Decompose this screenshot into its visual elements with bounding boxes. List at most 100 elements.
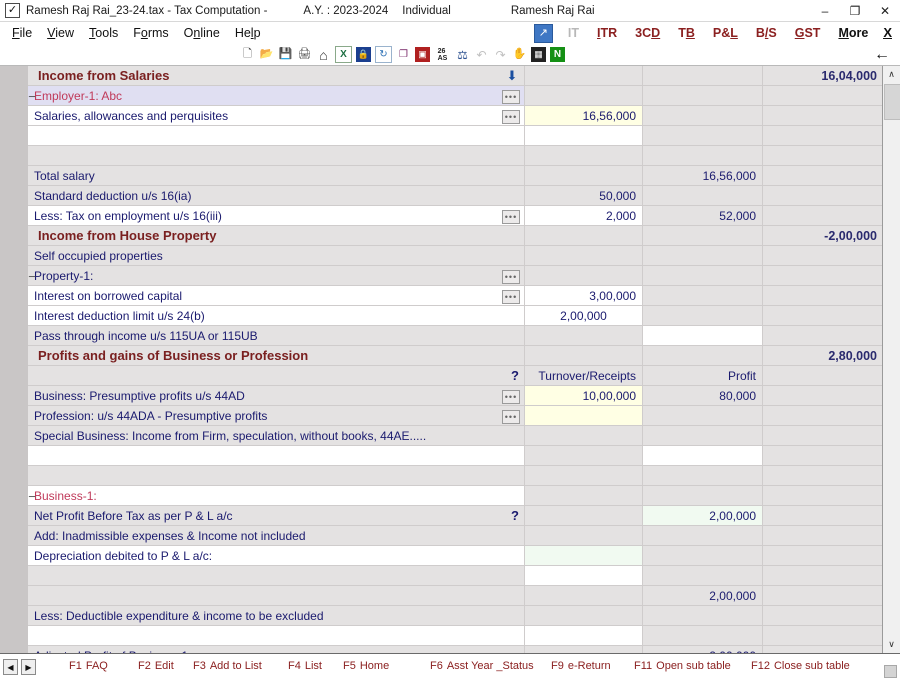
- grid-row[interactable]: Pass through income u/s 115UA or 115UB: [28, 326, 883, 346]
- grid-cell-v3[interactable]: 2,80,000: [763, 346, 883, 365]
- grid-cell-v3[interactable]: [763, 386, 883, 405]
- grid-cell-v2[interactable]: [643, 266, 763, 285]
- grid-cell-label[interactable]: Less: Deductible expenditure & income to…: [28, 606, 525, 625]
- grid-cell-label[interactable]: −Income from House Property: [28, 226, 525, 245]
- grid-row[interactable]: [28, 446, 883, 466]
- grid-row[interactable]: −Profits and gains of Business or Profes…: [28, 346, 883, 366]
- form-26as-icon[interactable]: 26AS: [434, 47, 451, 62]
- grid-cell-label[interactable]: Adjusted Profit of Business-1: [28, 646, 525, 653]
- grid-cell-v1[interactable]: [525, 646, 643, 653]
- fkey-f4[interactable]: F4List: [288, 660, 322, 672]
- grid-cell-v2[interactable]: [643, 246, 763, 265]
- home-icon[interactable]: ⌂: [316, 47, 331, 62]
- grid-cell-label[interactable]: ?: [28, 366, 525, 385]
- grid-cell-v2[interactable]: [643, 146, 763, 165]
- scroll-down-button[interactable]: ∨: [883, 636, 900, 653]
- grid-cell-v3[interactable]: [763, 606, 883, 625]
- grid-cell-v1[interactable]: [525, 126, 643, 145]
- grid-cell-v1[interactable]: [525, 146, 643, 165]
- menu-item-itr[interactable]: ITR: [597, 26, 617, 40]
- grid-cell-v2[interactable]: [643, 446, 763, 465]
- grid-cell-label[interactable]: −Business-1:: [28, 486, 525, 505]
- grid-cell-v3[interactable]: [763, 266, 883, 285]
- grid-cell-v2[interactable]: [643, 466, 763, 485]
- grid-cell-v3[interactable]: [763, 646, 883, 653]
- grid-row[interactable]: Profession: u/s 44ADA - Presumptive prof…: [28, 406, 883, 426]
- scroll-thumb[interactable]: [884, 84, 900, 120]
- help-icon[interactable]: ?: [511, 508, 519, 523]
- open-subtable-button[interactable]: •••: [502, 270, 520, 284]
- open-subtable-button[interactable]: •••: [502, 210, 520, 224]
- grid-cell-label[interactable]: Depreciation debited to P & L a/c:: [28, 546, 525, 565]
- grid-row[interactable]: −Income from House Property -2,00,000: [28, 226, 883, 246]
- grid-cell-label[interactable]: Self occupied properties: [28, 246, 525, 265]
- grid-row[interactable]: Standard deduction u/s 16(ia)50,000: [28, 186, 883, 206]
- grid-cell-label[interactable]: [28, 566, 525, 585]
- vertical-scrollbar[interactable]: ∧ ∨: [882, 66, 900, 653]
- note-icon[interactable]: N: [550, 47, 565, 62]
- fkey-f5[interactable]: F5Home: [343, 660, 389, 672]
- grid-cell-v3[interactable]: [763, 466, 883, 485]
- fkey-f3[interactable]: F3Add to List: [193, 660, 262, 672]
- grid-cell-v3[interactable]: -2,00,000: [763, 226, 883, 245]
- grid-cell-v1[interactable]: 50,000: [525, 186, 643, 205]
- grid-cell-label[interactable]: Less: Tax on employment u/s 16(iii)•••: [28, 206, 525, 225]
- fkey-f1[interactable]: F1FAQ: [69, 660, 108, 672]
- grid-cell-v3[interactable]: [763, 86, 883, 105]
- grid-cell-v3[interactable]: [763, 566, 883, 585]
- grid-cell-v2[interactable]: [643, 486, 763, 505]
- grid-row[interactable]: Salaries, allowances and perquisites•••1…: [28, 106, 883, 126]
- grid-row[interactable]: [28, 626, 883, 646]
- grid-row[interactable]: Less: Deductible expenditure & income to…: [28, 606, 883, 626]
- grid-cell-v1[interactable]: 16,56,000: [525, 106, 643, 125]
- grid-cell-label[interactable]: Business: Presumptive profits u/s 44AD••…: [28, 386, 525, 405]
- grid-cell-v1[interactable]: [525, 326, 643, 345]
- grid-cell-v3[interactable]: [763, 326, 883, 345]
- fkey-f2[interactable]: F2Edit: [138, 660, 174, 672]
- grid-cell-v1[interactable]: [525, 346, 643, 365]
- grid-cell-v3[interactable]: [763, 126, 883, 145]
- grid-row[interactable]: [28, 566, 883, 586]
- grid-row[interactable]: Self occupied properties: [28, 246, 883, 266]
- grid-row[interactable]: Interest on borrowed capital•••3,00,000: [28, 286, 883, 306]
- tv-icon[interactable]: ▣: [415, 47, 430, 62]
- menu-item-it[interactable]: IT: [568, 26, 579, 40]
- grid-cell-v1[interactable]: [525, 406, 643, 425]
- menu-item-forms[interactable]: Forms: [133, 26, 168, 40]
- grid-cell-label[interactable]: Net Profit Before Tax as per P & L a/c?: [28, 506, 525, 525]
- grid-cell-label[interactable]: Add: Inadmissible expenses & Income not …: [28, 526, 525, 545]
- print-icon[interactable]: 🖨: [297, 47, 312, 62]
- menu-item-file[interactable]: File: [12, 26, 32, 40]
- grid-cell-v1[interactable]: 3,00,000: [525, 286, 643, 305]
- grid-row[interactable]: −Property-1:•••: [28, 266, 883, 286]
- menu-item-gst[interactable]: GST: [795, 26, 821, 40]
- grid-cell-v1[interactable]: Turnover/Receipts: [525, 366, 643, 385]
- grid-cell-v3[interactable]: [763, 406, 883, 425]
- hand-icon[interactable]: ✋: [512, 47, 527, 62]
- grid-cell-v2[interactable]: 80,000: [643, 386, 763, 405]
- menu-item-3cd[interactable]: 3CD: [635, 26, 660, 40]
- grid-cell-v3[interactable]: [763, 446, 883, 465]
- menu-item-bs[interactable]: B/S: [756, 26, 777, 40]
- goto-icon[interactable]: ↗: [534, 24, 553, 43]
- open-subtable-button[interactable]: •••: [502, 390, 520, 404]
- download-icon[interactable]: ⬇: [504, 68, 520, 84]
- grid-row[interactable]: 2,00,000: [28, 586, 883, 606]
- grid-cell-label[interactable]: [28, 586, 525, 605]
- grid-cell-v3[interactable]: [763, 586, 883, 605]
- grid-row[interactable]: [28, 466, 883, 486]
- grid-row[interactable]: Less: Tax on employment u/s 16(iii)•••2,…: [28, 206, 883, 226]
- minimize-button[interactable]: –: [810, 0, 840, 21]
- scales-icon[interactable]: ⚖: [455, 47, 470, 62]
- save-icon[interactable]: 💾: [278, 47, 293, 62]
- menu-item-pl[interactable]: P&L: [713, 26, 738, 40]
- grid-cell-v2[interactable]: [643, 226, 763, 245]
- grid-row[interactable]: Depreciation debited to P & L a/c:: [28, 546, 883, 566]
- grid-cell-v1[interactable]: [525, 86, 643, 105]
- open-subtable-button[interactable]: •••: [502, 410, 520, 424]
- grid-cell-label[interactable]: Profession: u/s 44ADA - Presumptive prof…: [28, 406, 525, 425]
- maximize-button[interactable]: ❐: [840, 0, 870, 21]
- grid-cell-v1[interactable]: [525, 606, 643, 625]
- grid-cell-v1[interactable]: [525, 566, 643, 585]
- grid-cell-v3[interactable]: [763, 246, 883, 265]
